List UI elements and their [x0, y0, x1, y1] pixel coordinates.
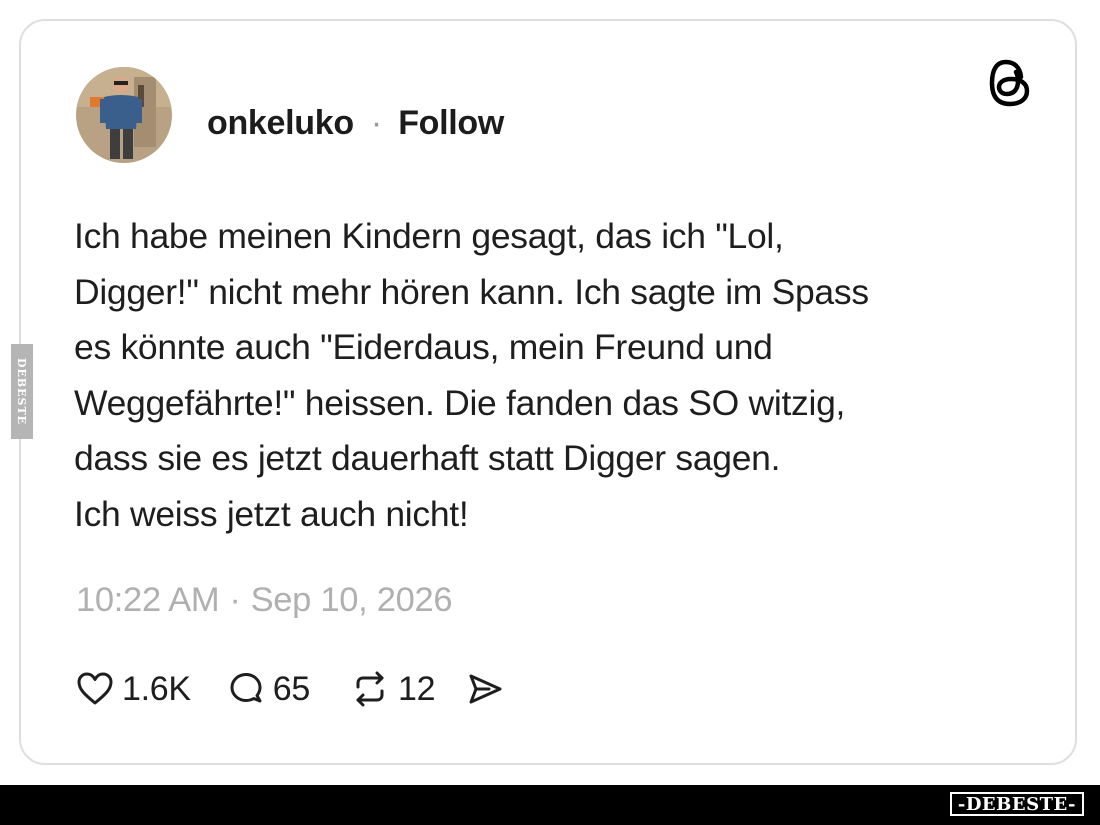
like-button[interactable]: 1.6K [76, 670, 191, 709]
reply-button[interactable]: 65 [227, 670, 310, 709]
repost-button[interactable]: 12 [350, 670, 435, 709]
speech-bubble-icon [227, 671, 265, 707]
repost-arrows-icon [350, 671, 390, 707]
threads-logo-icon[interactable] [987, 55, 1037, 111]
side-watermark: DEBESTE [11, 344, 33, 439]
side-watermark-text: DEBESTE [15, 357, 29, 426]
header-separator: · [370, 103, 383, 142]
post-text: Ich habe meinen Kindern gesagt, das ich … [74, 216, 869, 534]
avatar[interactable] [76, 67, 172, 163]
post-timestamp[interactable]: 10:22 AM · Sep 10, 2026 [76, 575, 453, 625]
share-button[interactable] [465, 671, 505, 707]
avatar-image [76, 67, 172, 163]
heart-icon [76, 671, 114, 707]
username[interactable]: onkeluko [207, 104, 354, 143]
post-card: onkeluko · Follow Ich habe meinen Kinder… [19, 19, 1077, 765]
post-time: 10:22 AM [76, 580, 220, 619]
watermark-badge: -DEBESTE- [949, 792, 1084, 816]
bottom-watermark-bar: -DEBESTE- [0, 785, 1100, 825]
follow-button[interactable]: Follow [398, 104, 504, 143]
post-date: Sep 10, 2026 [250, 580, 453, 619]
send-icon [465, 671, 505, 707]
repost-count: 12 [397, 669, 436, 708]
post-header: onkeluko · Follow [207, 101, 504, 145]
timestamp-separator: · [229, 580, 241, 619]
like-count: 1.6K [122, 669, 191, 708]
reply-count: 65 [272, 669, 311, 708]
watermark-badge-text: -DEBESTE- [957, 793, 1076, 815]
action-bar: 1.6K 65 12 [76, 665, 505, 713]
